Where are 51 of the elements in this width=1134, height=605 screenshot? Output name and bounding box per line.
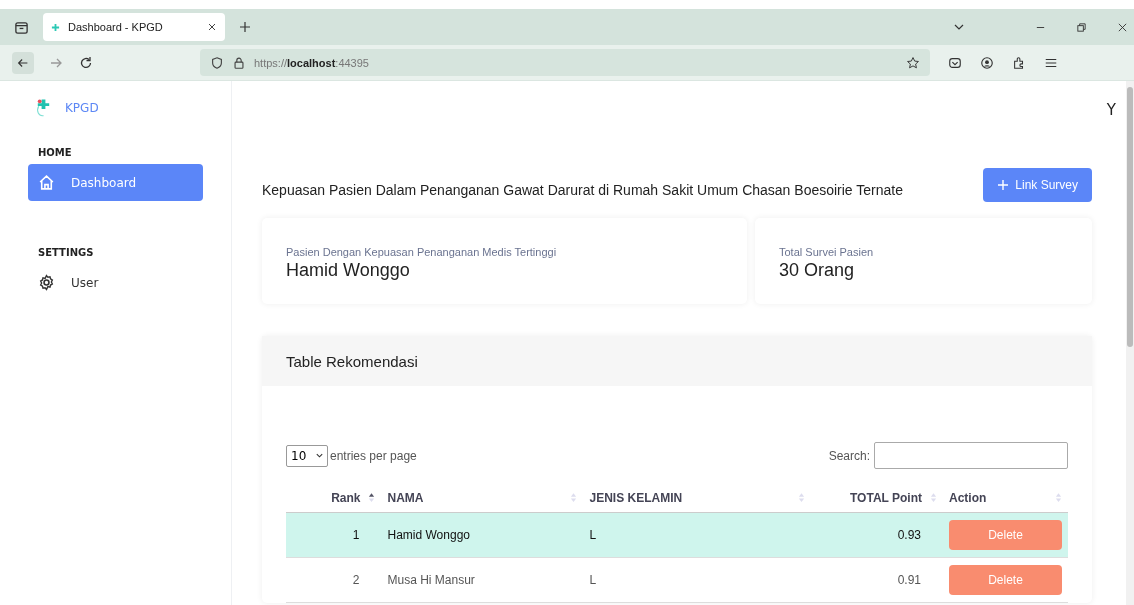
lock-icon (232, 55, 246, 70)
table-cell: L (583, 512, 811, 558)
table-cell: 0.93 (810, 512, 943, 558)
table-row[interactable]: 2 Musa Hi Mansur L 0.91 Delete (286, 557, 1068, 603)
shield-icon (210, 55, 224, 70)
search-field[interactable] (874, 442, 1068, 469)
stat-label: Total Survei Pasien (779, 246, 875, 258)
entries-label: entries per page (330, 448, 417, 463)
gear-icon (38, 274, 55, 291)
address-bar[interactable]: https://localhost:44395 (200, 49, 930, 76)
browser-tab[interactable]: Dashboard - KPGD (43, 13, 225, 41)
url-text: https://localhost:44395 (254, 56, 369, 69)
plus-icon (997, 179, 1010, 191)
table-cell: L (583, 557, 811, 603)
column-header[interactable]: JENIS KELAMIN (583, 483, 811, 513)
stat-value: 30 Orang (779, 260, 856, 281)
table-cell: Hamid Wonggo (381, 512, 584, 558)
close-icon[interactable] (1117, 21, 1128, 33)
table-cell: 2 (286, 557, 382, 603)
table-cell: 1 (286, 512, 382, 558)
table-cell: 0.91 (810, 557, 943, 603)
star-icon[interactable] (906, 55, 920, 70)
caret-icon (315, 451, 324, 460)
nav-item[interactable]: User (28, 264, 203, 301)
back-icon[interactable] (12, 51, 34, 74)
search-label: Search: (828, 448, 870, 463)
column-header[interactable]: Rank (286, 483, 382, 513)
column-header[interactable]: NAMA (381, 483, 584, 513)
table-cell: Musa Hi Mansur (381, 557, 584, 603)
column-header[interactable]: Action (943, 483, 1068, 513)
card-title: Table Rekomendasi (286, 352, 418, 370)
favicon-icon (51, 22, 60, 32)
stat-value: Hamid Wonggo (286, 260, 411, 281)
tab-list-icon[interactable] (14, 19, 29, 35)
section-heading: HOME (38, 147, 73, 158)
close-icon[interactable] (207, 22, 217, 32)
scrollbar[interactable] (1126, 81, 1134, 605)
new-tab-icon[interactable] (239, 21, 251, 33)
table-row[interactable]: 1 Hamid Wonggo L 0.93 Delete (286, 512, 1068, 558)
stat-label: Pasien Dengan Kepuasan Penanganan Medis Tertinggi (286, 246, 558, 258)
section-heading: SETTINGS (38, 247, 95, 258)
home-icon (38, 174, 55, 191)
column-header[interactable]: TOTAL Point (810, 483, 943, 513)
pocket-icon[interactable] (948, 55, 962, 70)
user-initial[interactable]: Y (1106, 101, 1116, 121)
page-title: Kepuasan Pasien Dalam Penanganan Gawat Darurat di Rumah Sakit Umum Chasan Boesoirie Ternate (262, 182, 903, 198)
page-size-select[interactable]: 10 (286, 444, 328, 467)
extensions-icon[interactable] (1012, 55, 1026, 70)
reload-icon[interactable] (78, 54, 94, 71)
restore-icon[interactable] (1076, 21, 1087, 33)
account-icon[interactable] (980, 55, 994, 70)
